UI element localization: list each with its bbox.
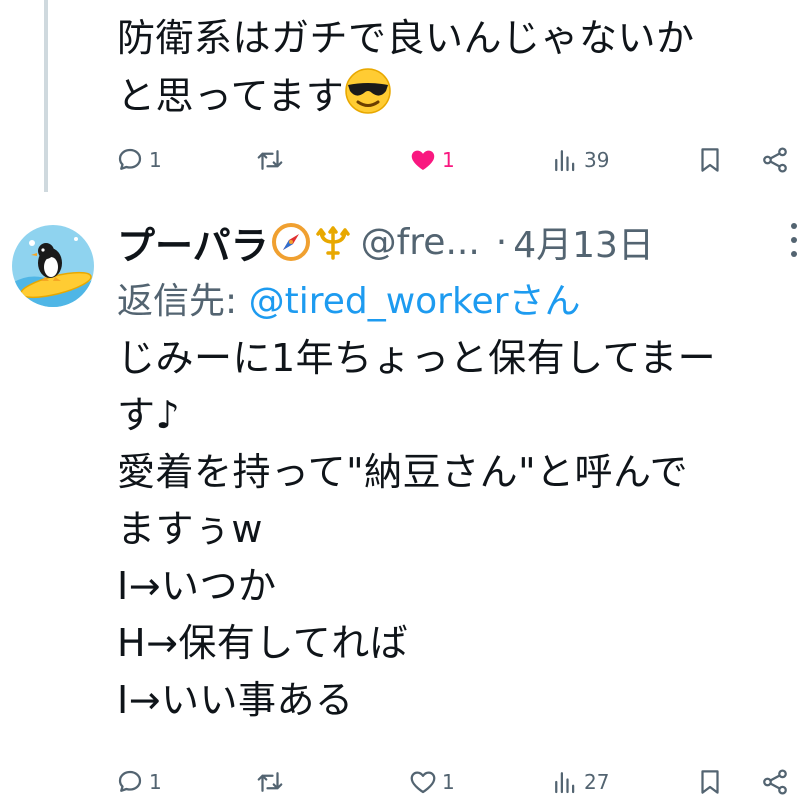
reply-to-mention[interactable]: @tired_worker — [249, 281, 509, 322]
views-button[interactable]: 39 — [550, 140, 609, 180]
views-button[interactable]: 27 — [550, 762, 609, 802]
trident-icon — [315, 226, 350, 260]
share-button[interactable] — [760, 140, 790, 180]
share-button[interactable] — [760, 762, 790, 802]
reply-button[interactable]: 1 — [115, 762, 162, 802]
tweet-thread: 防衛系はガチで良いんじゃないか と思ってます 1 1 39 プーパラ @fre.… — [0, 0, 809, 810]
tweet-date[interactable]: 4月13日 — [513, 216, 654, 268]
retweet-arrows-icon — [257, 150, 283, 170]
avatar[interactable] — [12, 225, 94, 307]
sunglasses-emoji — [344, 67, 392, 131]
retweet-button[interactable] — [255, 140, 289, 180]
reply-button[interactable]: 1 — [115, 140, 162, 180]
views-count: 27 — [584, 770, 610, 794]
like-count: 1 — [442, 770, 455, 794]
reply-count: 1 — [149, 148, 162, 172]
bookmark-button[interactable] — [695, 762, 725, 802]
tweet-2-text: じみーに1年ちょっと保有してまー す♪ 愛着を持って"納豆さん"と呼んで ますぅ… — [117, 336, 717, 722]
like-count: 1 — [442, 148, 455, 172]
bar-chart-icon — [555, 772, 575, 794]
bookmark-icon — [701, 148, 719, 172]
compass-icon — [271, 223, 310, 261]
bar-chart-icon — [555, 150, 575, 172]
reply-to-line: 返信先: @tired_workerさん — [117, 272, 581, 324]
like-button[interactable]: 1 — [408, 140, 455, 180]
thread-line — [44, 0, 48, 192]
vertical-dots-icon[interactable] — [789, 218, 799, 262]
tweet-1-action-bar: 1 1 39 — [115, 140, 805, 180]
bookmark-icon — [701, 770, 719, 794]
reply-to-suffix: さん — [508, 281, 581, 322]
heart-icon — [411, 150, 435, 170]
share-icon — [763, 769, 787, 795]
tweet-2-action-bar: 1 1 27 — [115, 762, 805, 802]
display-name[interactable]: プーパラ — [117, 215, 269, 270]
retweet-arrows-icon — [257, 772, 283, 792]
like-button[interactable]: 1 — [408, 762, 455, 802]
speech-bubble-icon — [118, 148, 142, 170]
reply-count: 1 — [149, 770, 162, 794]
meta-separator: · — [495, 221, 508, 263]
views-count: 39 — [584, 148, 610, 172]
share-icon — [763, 147, 787, 173]
tweet-1-text: 防衛系はガチで良いんじゃないか と思ってます — [117, 10, 807, 131]
speech-bubble-icon — [118, 770, 142, 792]
user-handle[interactable]: @fre... — [361, 222, 480, 263]
tweet-2-header: プーパラ @fre... · 4月13日 — [117, 212, 807, 272]
heart-icon — [410, 771, 436, 794]
retweet-button[interactable] — [255, 762, 289, 802]
reply-to-prefix: 返信先: — [117, 281, 249, 322]
bookmark-button[interactable] — [695, 140, 725, 180]
